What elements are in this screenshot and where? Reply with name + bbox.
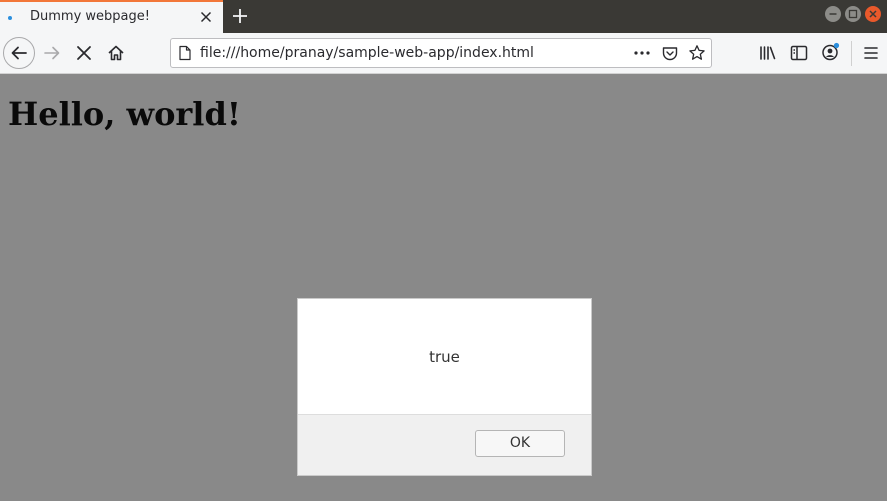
page-icon (179, 45, 191, 61)
toolbar-separator (851, 41, 852, 66)
back-button[interactable] (3, 37, 35, 69)
url-text[interactable]: file:///home/pranay/sample-web-app/index… (200, 44, 534, 62)
back-arrow-icon (11, 46, 27, 60)
loading-indicator-icon (8, 16, 12, 20)
alert-dialog: true OK (297, 298, 592, 476)
forward-arrow-icon[interactable] (42, 43, 62, 63)
hamburger-menu-icon[interactable] (861, 43, 881, 63)
minimize-button[interactable] (825, 6, 841, 22)
dialog-message: true (429, 348, 460, 366)
stop-loading-icon[interactable] (74, 43, 94, 63)
title-bar: Dummy webpage! (0, 0, 887, 33)
tab-dummy-webpage[interactable]: Dummy webpage! (0, 0, 223, 33)
tab-title: Dummy webpage! (30, 9, 150, 24)
new-tab-icon[interactable] (231, 7, 249, 25)
pocket-icon[interactable] (661, 45, 679, 63)
navigation-toolbar: file:///home/pranay/sample-web-app/index… (0, 33, 887, 74)
maximize-button[interactable] (845, 6, 861, 22)
library-icon[interactable] (758, 43, 778, 63)
window-close-button[interactable] (865, 6, 881, 22)
bookmark-star-icon[interactable] (688, 44, 706, 62)
account-icon[interactable] (820, 42, 840, 62)
tab-close-icon[interactable] (198, 9, 214, 25)
sidebar-icon[interactable] (789, 43, 809, 63)
home-icon[interactable] (106, 43, 126, 63)
url-bar[interactable]: file:///home/pranay/sample-web-app/index… (170, 38, 712, 68)
ok-button[interactable]: OK (475, 430, 565, 457)
page-heading: Hello, world! (8, 95, 241, 133)
dialog-footer: OK (298, 414, 591, 475)
page-actions-icon[interactable] (633, 45, 651, 61)
